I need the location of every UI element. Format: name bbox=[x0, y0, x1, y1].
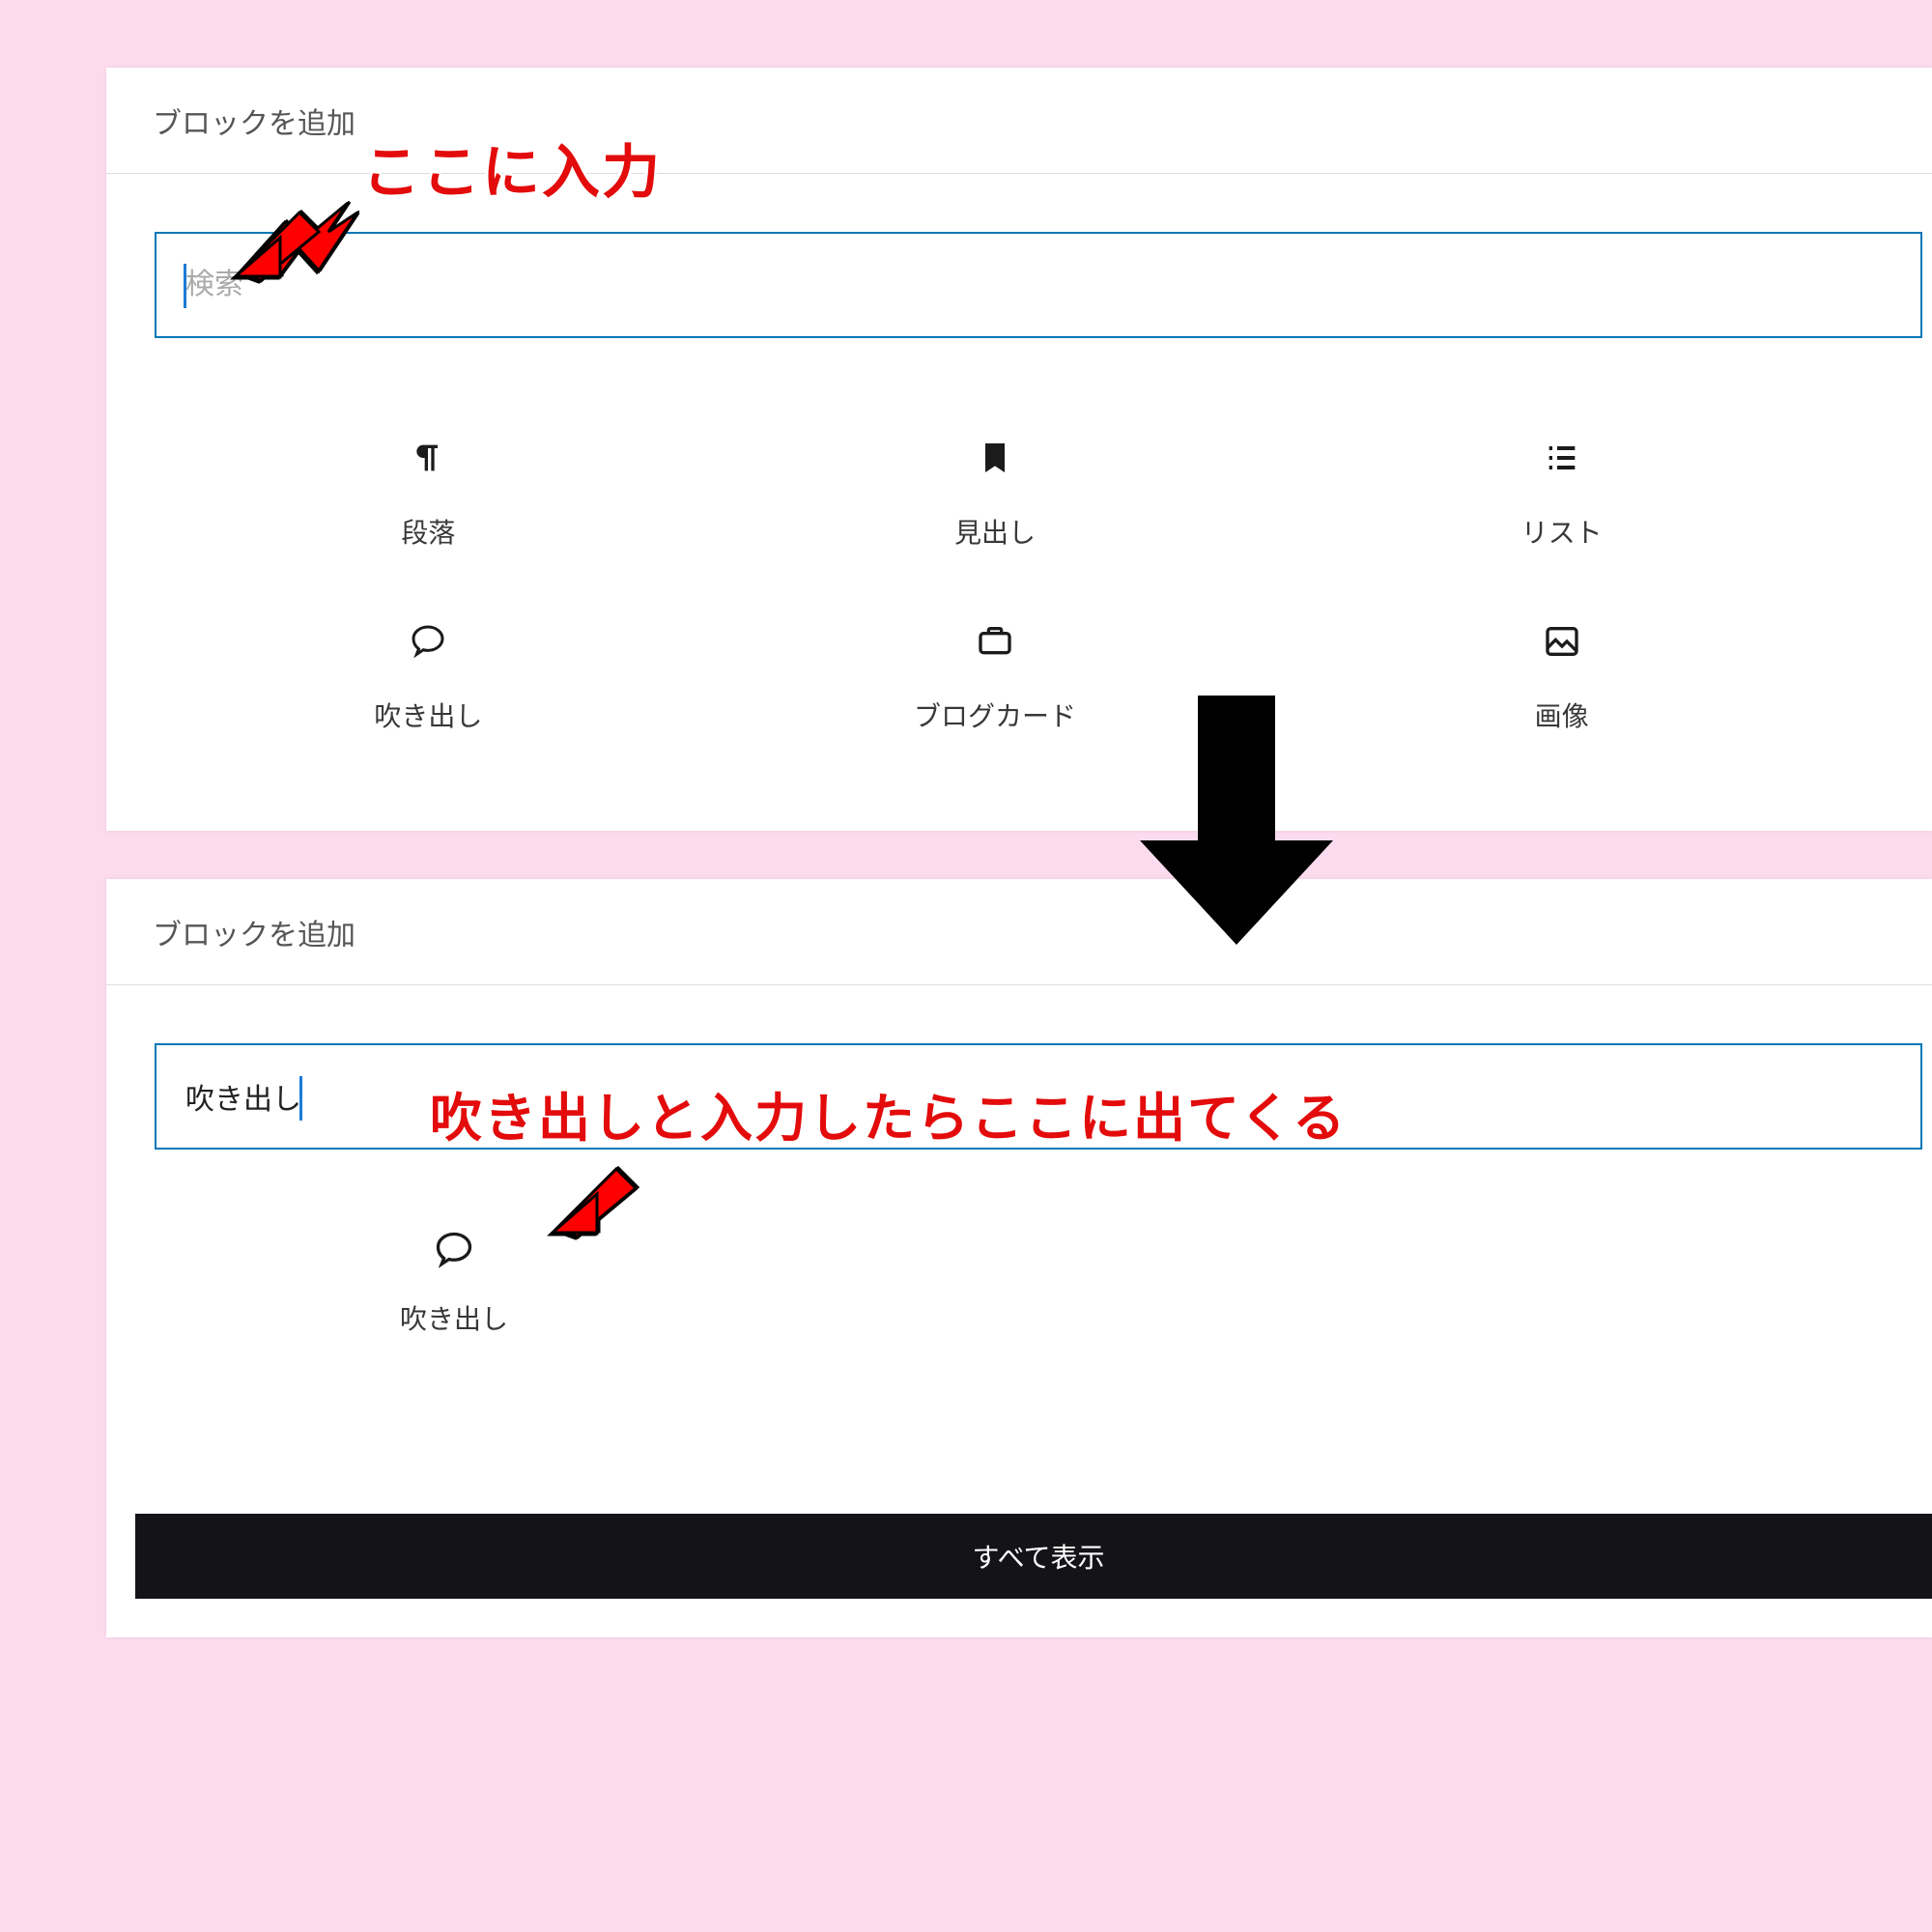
block-blog-card[interactable]: ブログカード bbox=[712, 618, 1279, 802]
block-label: 画像 bbox=[1535, 696, 1589, 734]
block-label: 見出し bbox=[954, 512, 1036, 551]
block-label: ブログカード bbox=[914, 696, 1076, 734]
search-row bbox=[106, 985, 1932, 1150]
panel-title-text: ブロックを追加 bbox=[153, 911, 355, 953]
card-icon bbox=[972, 618, 1018, 665]
block-grid: 段落 見出し リスト 吹き出し bbox=[106, 338, 1884, 802]
speech-bubble-icon bbox=[405, 618, 451, 665]
paragraph-icon bbox=[405, 435, 451, 481]
panel-title: ブロックを追加 bbox=[106, 68, 1932, 174]
show-all-button[interactable]: すべて表示 bbox=[135, 1514, 1932, 1599]
text-cursor bbox=[299, 1076, 302, 1121]
show-all-label: すべて表示 bbox=[973, 1537, 1105, 1576]
block-heading[interactable]: 見出し bbox=[712, 435, 1279, 618]
bookmark-icon bbox=[972, 435, 1018, 481]
block-inserter-panel-initial: ブロックを追加 段落 見出し リスト bbox=[106, 68, 1932, 831]
block-paragraph[interactable]: 段落 bbox=[145, 435, 712, 618]
block-label: 吹き出し bbox=[374, 696, 482, 734]
list-icon bbox=[1539, 435, 1585, 481]
search-row bbox=[106, 174, 1932, 338]
speech-bubble-icon bbox=[431, 1227, 477, 1273]
block-search-input[interactable] bbox=[155, 232, 1922, 338]
block-label: リスト bbox=[1521, 512, 1603, 551]
panel-title-text: ブロックを追加 bbox=[153, 99, 355, 142]
block-label: 段落 bbox=[401, 512, 455, 551]
block-list[interactable]: リスト bbox=[1278, 435, 1845, 618]
block-speech-bubble-result[interactable]: 吹き出し bbox=[184, 1227, 724, 1381]
search-results: 吹き出し bbox=[184, 1150, 724, 1381]
block-search-input[interactable] bbox=[155, 1043, 1922, 1150]
text-cursor bbox=[184, 264, 186, 308]
block-image[interactable]: 画像 bbox=[1278, 618, 1845, 802]
panel-title: ブロックを追加 bbox=[106, 879, 1932, 985]
block-label: 吹き出し bbox=[400, 1298, 508, 1337]
block-speech-bubble[interactable]: 吹き出し bbox=[145, 618, 712, 802]
image-icon bbox=[1539, 618, 1585, 665]
block-inserter-panel-filtered: ブロックを追加 吹き出し すべて表示 bbox=[106, 879, 1932, 1637]
